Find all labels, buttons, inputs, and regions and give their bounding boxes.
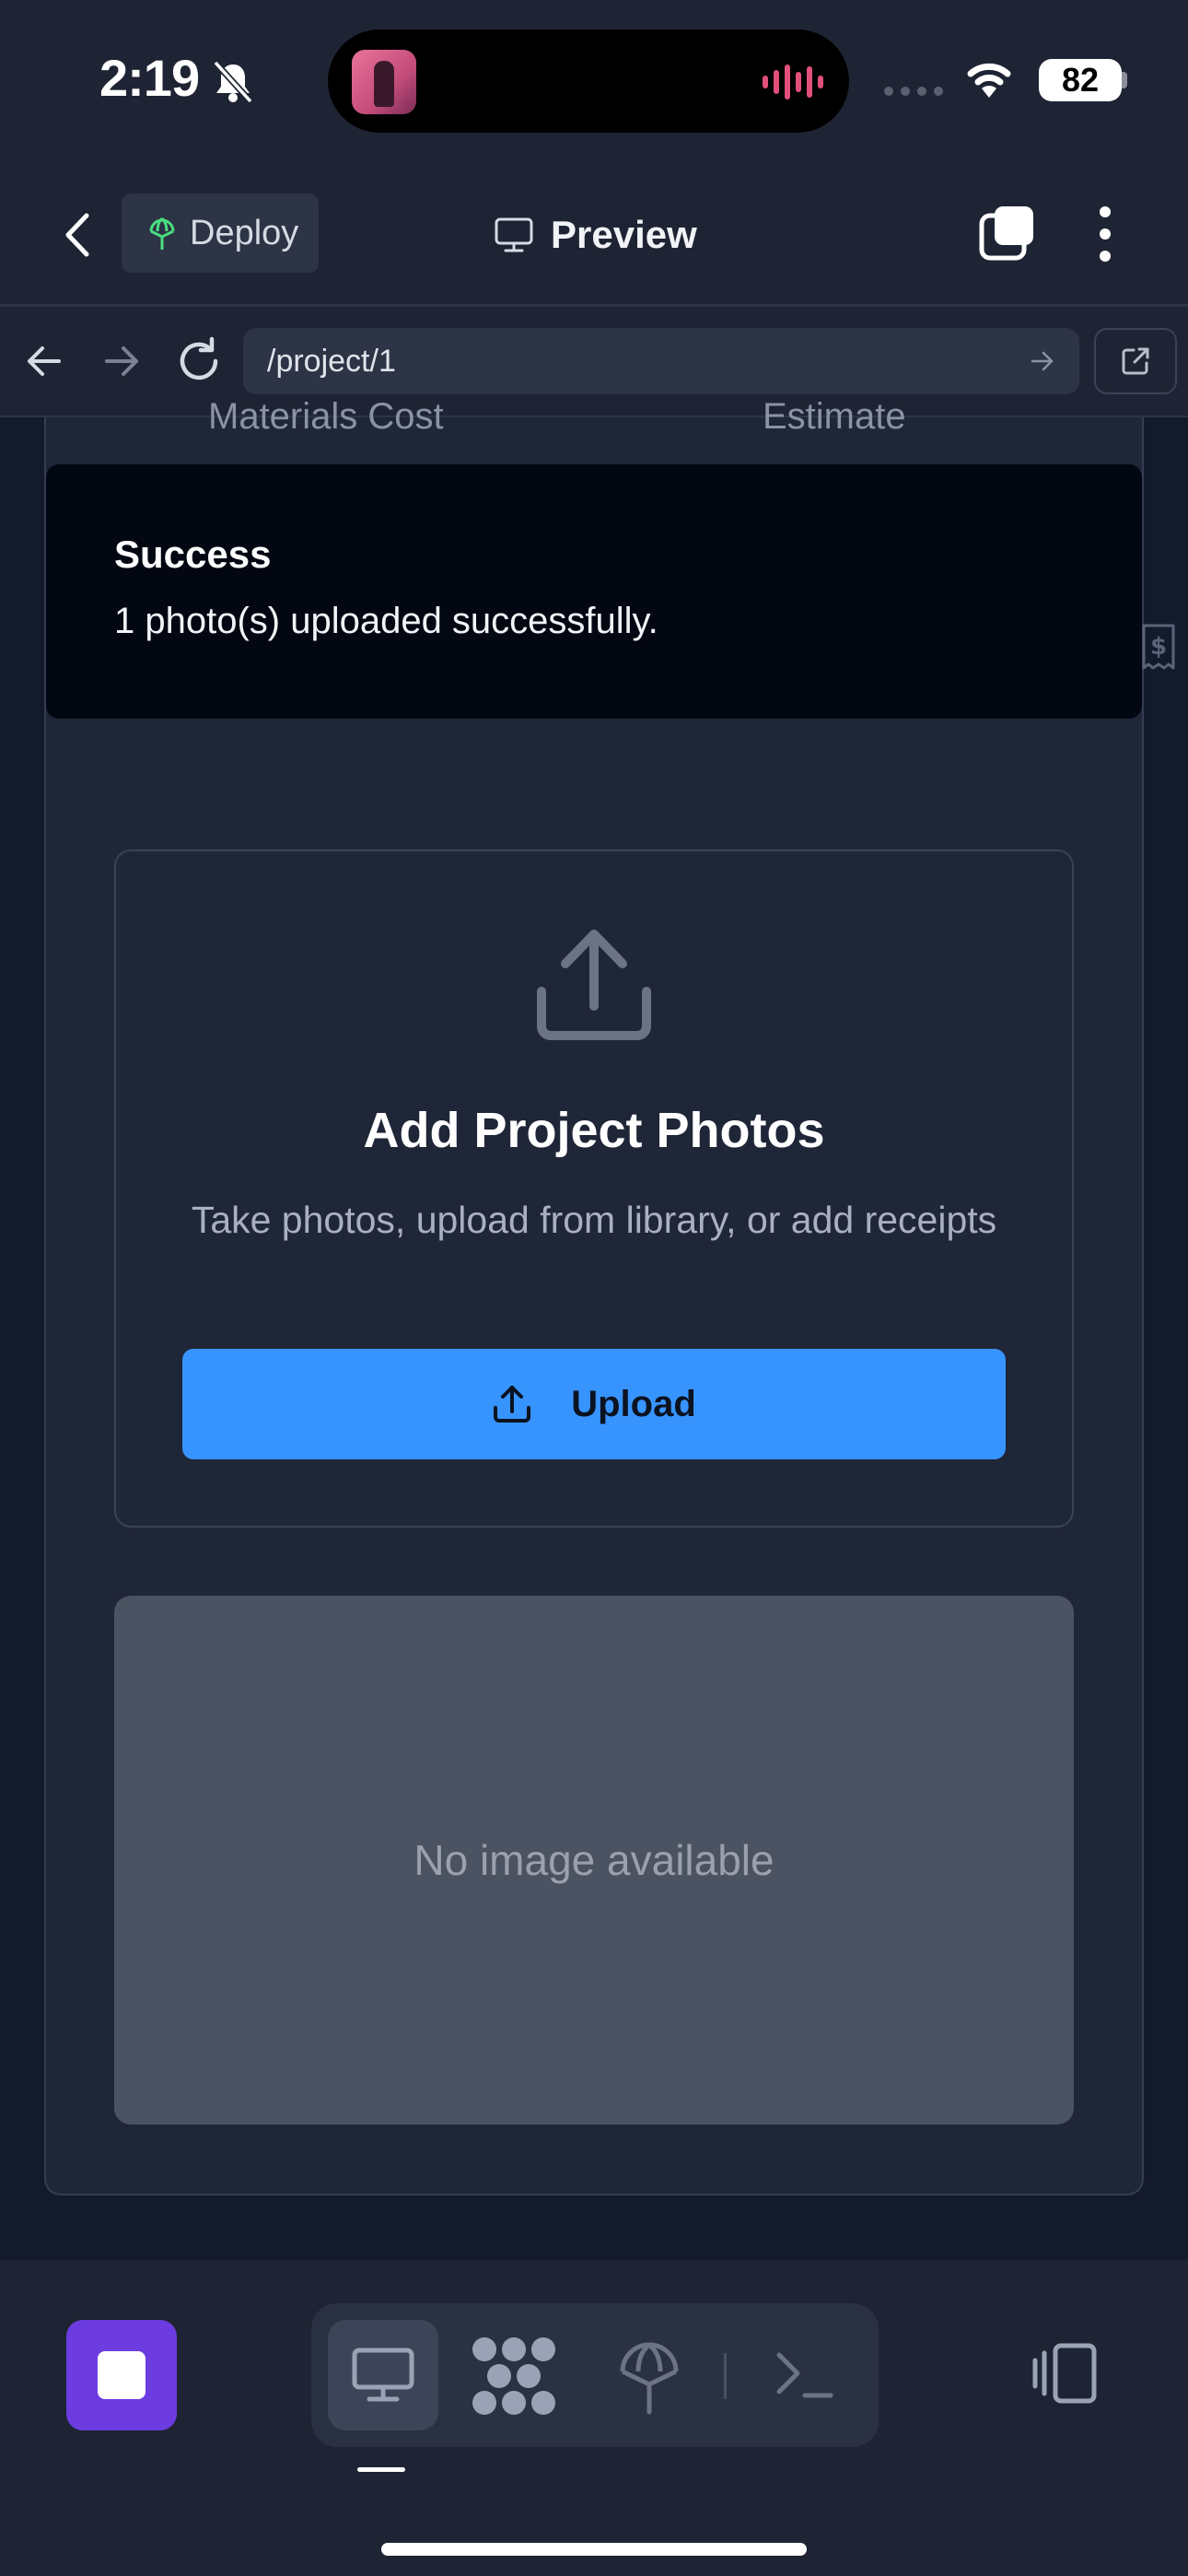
wifi-icon [967, 63, 1011, 98]
receipt-dollar-icon[interactable]: $ [1140, 623, 1177, 671]
tool-separator [724, 2353, 727, 2399]
upload-icon [537, 930, 651, 1040]
toast-message: 1 photo(s) uploaded successfully. [114, 601, 658, 641]
deploy-button[interactable]: Deploy [122, 193, 319, 273]
deploy-label: Deploy [190, 213, 299, 252]
back-chevron-icon[interactable] [55, 203, 101, 267]
monitor-icon [495, 217, 533, 252]
battery-indicator: 82 [1039, 59, 1122, 101]
layout-panels-icon[interactable] [1031, 2340, 1100, 2408]
arrow-right-icon[interactable] [101, 334, 142, 389]
image-placeholder: No image available [114, 1596, 1074, 2125]
upload-button-label: Upload [571, 1383, 696, 1424]
url-field[interactable]: /project/1 [243, 328, 1079, 394]
preview-title: Preview [494, 203, 697, 267]
reload-icon[interactable] [175, 334, 223, 389]
success-toast[interactable] [46, 464, 1142, 719]
cellular-signal-icon [884, 87, 943, 96]
monitor-icon [352, 2348, 414, 2402]
go-arrow-icon[interactable] [1030, 348, 1055, 374]
svg-text:$: $ [1150, 633, 1167, 661]
upload-heading: Add Project Photos [363, 1103, 825, 1158]
silent-bell-icon [213, 61, 253, 103]
agent-icon[interactable] [468, 2335, 560, 2418]
materials-cost-label: Materials Cost [208, 396, 444, 437]
active-tool-indicator [357, 2467, 405, 2472]
battery-nub [1122, 72, 1127, 88]
image-placeholder-text: No image available [413, 1836, 775, 1884]
more-options-icon[interactable] [1087, 205, 1124, 263]
arrow-left-icon[interactable] [24, 334, 64, 389]
page-title: Preview [551, 213, 697, 256]
toast-title: Success [114, 533, 272, 576]
now-playing-artwork[interactable] [352, 50, 416, 114]
tool-preview-button[interactable] [328, 2320, 438, 2430]
stop-button[interactable] [66, 2320, 177, 2430]
audio-waveform-icon [763, 64, 823, 100]
url-text: /project/1 [267, 343, 396, 379]
shell-terminal-icon[interactable] [774, 2346, 834, 2405]
upload-arrow-icon [494, 1386, 531, 1423]
tabs-icon[interactable] [978, 205, 1037, 263]
open-external-button[interactable] [1094, 328, 1177, 394]
upload-description: Take photos, upload from library, or add… [191, 1199, 997, 1241]
deploy-icon[interactable] [615, 2336, 683, 2416]
upload-button[interactable]: Upload [182, 1349, 1006, 1459]
deploy-icon [149, 217, 175, 250]
external-link-icon [1122, 347, 1149, 375]
home-indicator[interactable] [381, 2543, 807, 2556]
estimate-label: Estimate [763, 396, 906, 437]
status-time: 2:19 [99, 49, 200, 107]
stop-icon [98, 2351, 146, 2399]
